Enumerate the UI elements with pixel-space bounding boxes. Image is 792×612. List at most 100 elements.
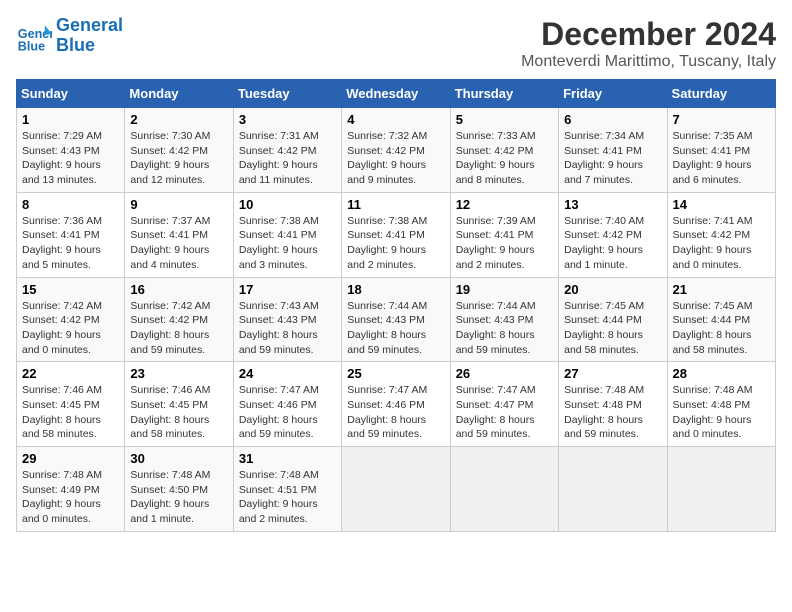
- table-row: 27 Sunrise: 7:48 AM Sunset: 4:48 PM Dayl…: [559, 362, 667, 447]
- calendar-week-row: 29 Sunrise: 7:48 AM Sunset: 4:49 PM Dayl…: [17, 447, 776, 532]
- day-info: Sunrise: 7:30 AM Sunset: 4:42 PM Dayligh…: [130, 129, 227, 188]
- table-row: 4 Sunrise: 7:32 AM Sunset: 4:42 PM Dayli…: [342, 108, 450, 193]
- table-row: 29 Sunrise: 7:48 AM Sunset: 4:49 PM Dayl…: [17, 447, 125, 532]
- day-info: Sunrise: 7:44 AM Sunset: 4:43 PM Dayligh…: [456, 299, 553, 358]
- calendar: Sunday Monday Tuesday Wednesday Thursday…: [16, 79, 776, 532]
- day-number: 30: [130, 451, 227, 466]
- day-info: Sunrise: 7:40 AM Sunset: 4:42 PM Dayligh…: [564, 214, 661, 273]
- col-sunday: Sunday: [17, 80, 125, 108]
- table-row: 9 Sunrise: 7:37 AM Sunset: 4:41 PM Dayli…: [125, 192, 233, 277]
- table-row: 5 Sunrise: 7:33 AM Sunset: 4:42 PM Dayli…: [450, 108, 558, 193]
- day-number: 13: [564, 197, 661, 212]
- day-number: 1: [22, 112, 119, 127]
- day-info: Sunrise: 7:36 AM Sunset: 4:41 PM Dayligh…: [22, 214, 119, 273]
- col-friday: Friday: [559, 80, 667, 108]
- day-info: Sunrise: 7:48 AM Sunset: 4:48 PM Dayligh…: [564, 383, 661, 442]
- day-info: Sunrise: 7:35 AM Sunset: 4:41 PM Dayligh…: [673, 129, 770, 188]
- day-info: Sunrise: 7:37 AM Sunset: 4:41 PM Dayligh…: [130, 214, 227, 273]
- calendar-week-row: 22 Sunrise: 7:46 AM Sunset: 4:45 PM Dayl…: [17, 362, 776, 447]
- day-info: Sunrise: 7:48 AM Sunset: 4:50 PM Dayligh…: [130, 468, 227, 527]
- calendar-header-row: Sunday Monday Tuesday Wednesday Thursday…: [17, 80, 776, 108]
- header: General Blue General Blue December 2024 …: [16, 16, 776, 71]
- day-number: 21: [673, 282, 770, 297]
- table-row: 19 Sunrise: 7:44 AM Sunset: 4:43 PM Dayl…: [450, 277, 558, 362]
- table-row: 7 Sunrise: 7:35 AM Sunset: 4:41 PM Dayli…: [667, 108, 775, 193]
- day-number: 24: [239, 366, 336, 381]
- day-number: 23: [130, 366, 227, 381]
- day-info: Sunrise: 7:43 AM Sunset: 4:43 PM Dayligh…: [239, 299, 336, 358]
- day-info: Sunrise: 7:42 AM Sunset: 4:42 PM Dayligh…: [130, 299, 227, 358]
- day-info: Sunrise: 7:39 AM Sunset: 4:41 PM Dayligh…: [456, 214, 553, 273]
- table-row: 2 Sunrise: 7:30 AM Sunset: 4:42 PM Dayli…: [125, 108, 233, 193]
- calendar-week-row: 15 Sunrise: 7:42 AM Sunset: 4:42 PM Dayl…: [17, 277, 776, 362]
- table-row: 8 Sunrise: 7:36 AM Sunset: 4:41 PM Dayli…: [17, 192, 125, 277]
- day-number: 17: [239, 282, 336, 297]
- day-info: Sunrise: 7:47 AM Sunset: 4:46 PM Dayligh…: [347, 383, 444, 442]
- table-row: [342, 447, 450, 532]
- table-row: 31 Sunrise: 7:48 AM Sunset: 4:51 PM Dayl…: [233, 447, 341, 532]
- day-info: Sunrise: 7:29 AM Sunset: 4:43 PM Dayligh…: [22, 129, 119, 188]
- day-number: 6: [564, 112, 661, 127]
- day-number: 11: [347, 197, 444, 212]
- day-number: 3: [239, 112, 336, 127]
- table-row: [559, 447, 667, 532]
- table-row: 24 Sunrise: 7:47 AM Sunset: 4:46 PM Dayl…: [233, 362, 341, 447]
- table-row: 16 Sunrise: 7:42 AM Sunset: 4:42 PM Dayl…: [125, 277, 233, 362]
- day-info: Sunrise: 7:38 AM Sunset: 4:41 PM Dayligh…: [347, 214, 444, 273]
- table-row: [450, 447, 558, 532]
- col-monday: Monday: [125, 80, 233, 108]
- day-info: Sunrise: 7:34 AM Sunset: 4:41 PM Dayligh…: [564, 129, 661, 188]
- logo-line1: General: [56, 16, 123, 36]
- col-tuesday: Tuesday: [233, 80, 341, 108]
- table-row: 12 Sunrise: 7:39 AM Sunset: 4:41 PM Dayl…: [450, 192, 558, 277]
- day-info: Sunrise: 7:41 AM Sunset: 4:42 PM Dayligh…: [673, 214, 770, 273]
- table-row: 23 Sunrise: 7:46 AM Sunset: 4:45 PM Dayl…: [125, 362, 233, 447]
- col-saturday: Saturday: [667, 80, 775, 108]
- day-info: Sunrise: 7:31 AM Sunset: 4:42 PM Dayligh…: [239, 129, 336, 188]
- day-number: 20: [564, 282, 661, 297]
- table-row: [667, 447, 775, 532]
- day-number: 10: [239, 197, 336, 212]
- day-number: 12: [456, 197, 553, 212]
- day-number: 26: [456, 366, 553, 381]
- table-row: 1 Sunrise: 7:29 AM Sunset: 4:43 PM Dayli…: [17, 108, 125, 193]
- day-number: 29: [22, 451, 119, 466]
- table-row: 21 Sunrise: 7:45 AM Sunset: 4:44 PM Dayl…: [667, 277, 775, 362]
- col-wednesday: Wednesday: [342, 80, 450, 108]
- table-row: 25 Sunrise: 7:47 AM Sunset: 4:46 PM Dayl…: [342, 362, 450, 447]
- day-info: Sunrise: 7:46 AM Sunset: 4:45 PM Dayligh…: [22, 383, 119, 442]
- day-info: Sunrise: 7:32 AM Sunset: 4:42 PM Dayligh…: [347, 129, 444, 188]
- day-number: 22: [22, 366, 119, 381]
- svg-text:Blue: Blue: [18, 39, 45, 53]
- day-number: 4: [347, 112, 444, 127]
- day-number: 2: [130, 112, 227, 127]
- table-row: 18 Sunrise: 7:44 AM Sunset: 4:43 PM Dayl…: [342, 277, 450, 362]
- subtitle: Monteverdi Marittimo, Tuscany, Italy: [521, 53, 776, 71]
- logo-line2: Blue: [56, 36, 123, 56]
- calendar-week-row: 8 Sunrise: 7:36 AM Sunset: 4:41 PM Dayli…: [17, 192, 776, 277]
- table-row: 13 Sunrise: 7:40 AM Sunset: 4:42 PM Dayl…: [559, 192, 667, 277]
- table-row: 14 Sunrise: 7:41 AM Sunset: 4:42 PM Dayl…: [667, 192, 775, 277]
- table-row: 22 Sunrise: 7:46 AM Sunset: 4:45 PM Dayl…: [17, 362, 125, 447]
- day-info: Sunrise: 7:42 AM Sunset: 4:42 PM Dayligh…: [22, 299, 119, 358]
- month-title: December 2024: [521, 16, 776, 53]
- day-info: Sunrise: 7:38 AM Sunset: 4:41 PM Dayligh…: [239, 214, 336, 273]
- day-info: Sunrise: 7:48 AM Sunset: 4:51 PM Dayligh…: [239, 468, 336, 527]
- day-number: 27: [564, 366, 661, 381]
- logo: General Blue General Blue: [16, 16, 123, 56]
- table-row: 15 Sunrise: 7:42 AM Sunset: 4:42 PM Dayl…: [17, 277, 125, 362]
- day-number: 25: [347, 366, 444, 381]
- col-thursday: Thursday: [450, 80, 558, 108]
- table-row: 11 Sunrise: 7:38 AM Sunset: 4:41 PM Dayl…: [342, 192, 450, 277]
- table-row: 26 Sunrise: 7:47 AM Sunset: 4:47 PM Dayl…: [450, 362, 558, 447]
- table-row: 6 Sunrise: 7:34 AM Sunset: 4:41 PM Dayli…: [559, 108, 667, 193]
- day-number: 19: [456, 282, 553, 297]
- day-number: 15: [22, 282, 119, 297]
- day-info: Sunrise: 7:45 AM Sunset: 4:44 PM Dayligh…: [564, 299, 661, 358]
- day-info: Sunrise: 7:48 AM Sunset: 4:49 PM Dayligh…: [22, 468, 119, 527]
- day-number: 14: [673, 197, 770, 212]
- day-number: 28: [673, 366, 770, 381]
- day-number: 9: [130, 197, 227, 212]
- calendar-week-row: 1 Sunrise: 7:29 AM Sunset: 4:43 PM Dayli…: [17, 108, 776, 193]
- day-info: Sunrise: 7:33 AM Sunset: 4:42 PM Dayligh…: [456, 129, 553, 188]
